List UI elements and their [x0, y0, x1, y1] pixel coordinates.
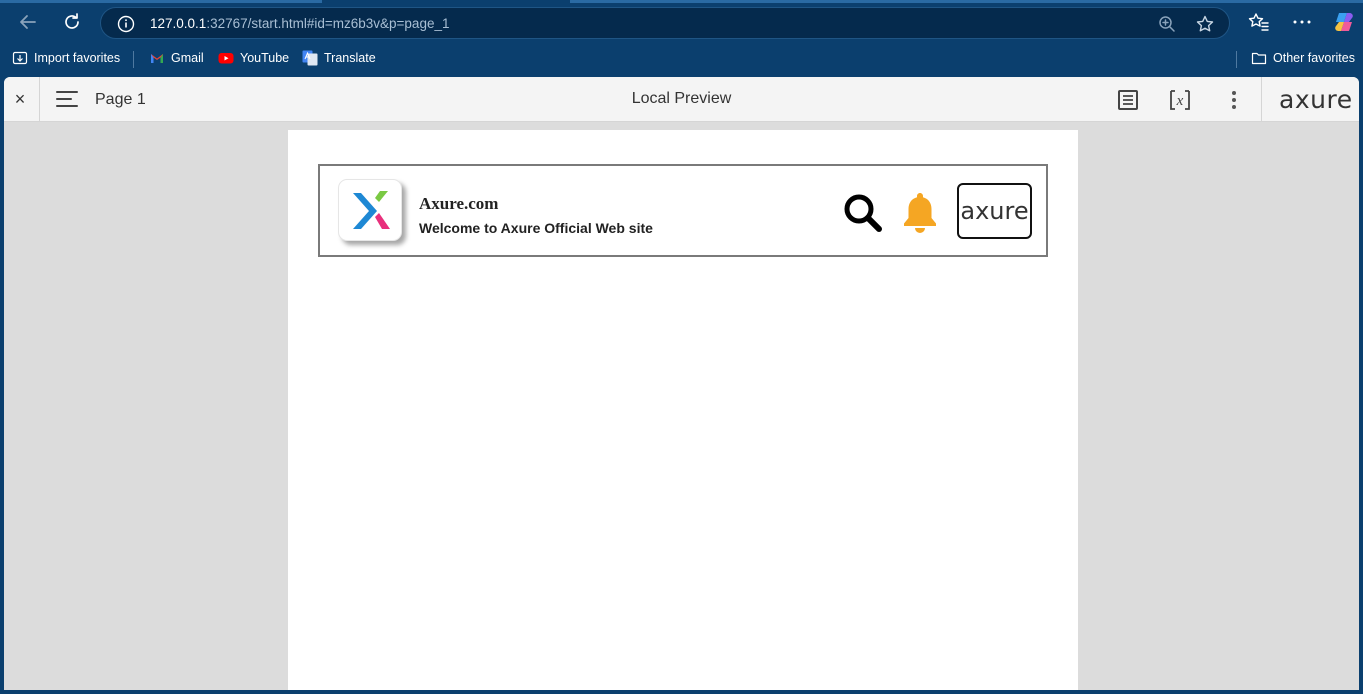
notes-icon[interactable]	[1117, 89, 1139, 111]
favorite-star-icon[interactable]	[1195, 14, 1215, 34]
favorite-label: Translate	[324, 51, 376, 65]
gmail-icon	[151, 54, 163, 63]
favorite-youtube[interactable]: YouTube	[218, 50, 289, 66]
favorite-label: YouTube	[240, 51, 290, 65]
import-favorites-icon	[12, 51, 28, 65]
favorite-import[interactable]: Import favorites	[12, 50, 120, 66]
copilot-icon[interactable]	[1332, 10, 1356, 34]
youtube-icon	[218, 53, 234, 64]
more-options-icon[interactable]	[1224, 89, 1244, 111]
svg-text:x: x	[1176, 93, 1184, 109]
folder-icon	[1251, 52, 1267, 65]
tab-strip-edge	[570, 0, 1363, 3]
url-path: :32767/start.html#id=mz6b3v&p=page_1	[206, 16, 450, 31]
axure-toolbar: × Page 1 Local Preview x axure	[4, 77, 1359, 122]
favorites-icon[interactable]	[1247, 10, 1271, 34]
preview-title: Local Preview	[631, 90, 732, 107]
variables-fx-icon[interactable]: x	[1169, 89, 1191, 111]
more-menu-icon[interactable]	[1290, 10, 1314, 34]
axure-logo-text: axure	[960, 197, 1029, 225]
address-bar[interactable]: 127.0.0.1:32767/start.html#id=mz6b3v&p=p…	[100, 7, 1230, 39]
browser-toolbar: 127.0.0.1:32767/start.html#id=mz6b3v&p=p…	[0, 0, 1363, 44]
notification-bell-icon[interactable]	[900, 190, 940, 234]
favorites-divider	[1236, 51, 1237, 68]
back-button[interactable]	[13, 8, 43, 36]
zoom-icon[interactable]	[1157, 14, 1177, 34]
axure-app-icon	[338, 179, 402, 241]
tab-strip-edge	[0, 0, 322, 3]
other-favorites-label: Other favorites	[1273, 51, 1355, 65]
favorite-gmail[interactable]: Gmail	[149, 50, 204, 66]
refresh-icon	[65, 13, 79, 29]
axure-x-logo-icon	[353, 191, 390, 229]
favorite-label: Gmail	[171, 51, 204, 65]
search-icon[interactable]	[842, 192, 884, 234]
favorite-label: Import favorites	[34, 51, 121, 65]
other-favorites[interactable]: Other favorites	[1251, 50, 1355, 66]
axure-logo-box[interactable]: axure	[957, 183, 1032, 239]
back-arrow-icon	[20, 15, 36, 29]
url-text[interactable]: 127.0.0.1:32767/start.html#id=mz6b3v&p=p…	[150, 16, 449, 31]
site-tagline: Welcome to Axure Official Web site	[419, 220, 653, 236]
preview-viewport: × Page 1 Local Preview x axure Axure.com…	[4, 77, 1359, 690]
refresh-button[interactable]	[57, 8, 87, 36]
favorites-divider	[133, 51, 134, 68]
page-canvas: Axure.com Welcome to Axure Official Web …	[288, 130, 1078, 690]
axure-logo[interactable]: axure	[1279, 85, 1353, 114]
site-header: Axure.com Welcome to Axure Official Web …	[318, 164, 1048, 257]
toolbar-divider	[1261, 77, 1262, 122]
site-name: Axure.com	[419, 194, 499, 213]
favorite-translate[interactable]: Translate	[302, 50, 376, 66]
url-host: 127.0.0.1	[150, 16, 207, 31]
translate-icon	[302, 50, 318, 66]
site-info-icon[interactable]	[117, 15, 135, 33]
favorites-bar: Import favorites Gmail YouTube Translate…	[0, 44, 1363, 74]
